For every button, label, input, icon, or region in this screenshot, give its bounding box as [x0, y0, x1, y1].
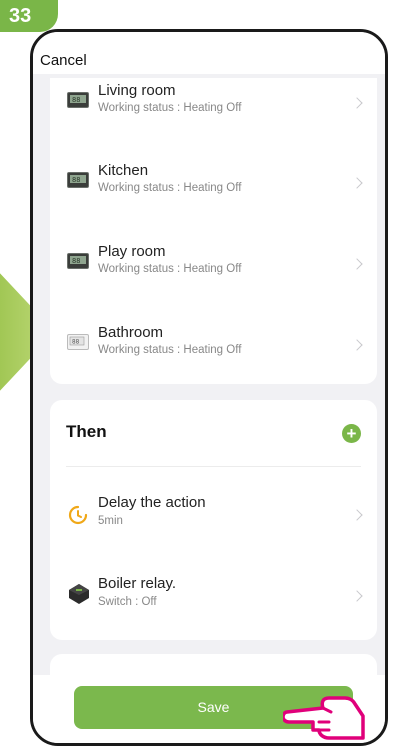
- action-title: Delay the action: [98, 494, 206, 511]
- thermostat-icon: 88: [67, 334, 89, 350]
- list-item[interactable]: Boiler relay. Switch : Off: [50, 567, 377, 627]
- chevron-right-icon: [351, 177, 363, 189]
- divider: [66, 466, 361, 467]
- svg-text:88: 88: [72, 339, 80, 346]
- thermostat-icon: 88: [67, 92, 89, 108]
- action-detail: Switch : Off: [98, 596, 157, 608]
- list-item[interactable]: 88 Kitchen Working status : Heating Off: [50, 154, 377, 214]
- list-item[interactable]: 88 Bathroom Working status : Heating Off: [50, 316, 377, 376]
- step-badge: 33: [0, 0, 58, 32]
- list-item[interactable]: Delay the action 5min: [50, 486, 377, 546]
- device-name: Kitchen: [98, 162, 149, 179]
- chevron-right-icon: [351, 339, 363, 351]
- device-status: Working status : Heating Off: [98, 344, 242, 356]
- device-status: Working status : Heating Off: [98, 182, 242, 194]
- action-detail: 5min: [98, 515, 123, 527]
- top-bar: Cancel: [33, 32, 385, 74]
- pointing-hand-icon: [283, 696, 365, 740]
- cancel-button[interactable]: Cancel: [40, 52, 87, 69]
- thermostat-icon: 88: [67, 172, 89, 188]
- device-name: Play room: [98, 243, 166, 260]
- list-item[interactable]: 88 Play room Working status : Heating Of…: [50, 235, 377, 295]
- chevron-right-icon: [351, 258, 363, 270]
- thermostat-icon: 88: [67, 253, 89, 269]
- device-status: Working status : Heating Off: [98, 102, 242, 114]
- chevron-right-icon: [351, 509, 363, 521]
- chevron-right-icon: [351, 97, 363, 109]
- plus-circle-icon[interactable]: +: [342, 424, 361, 443]
- phone-frame: Cancel 88 Living room Working status : H…: [30, 29, 388, 746]
- chevron-right-icon: [351, 590, 363, 602]
- timer-icon: [67, 504, 89, 526]
- device-name: Bathroom: [98, 324, 164, 341]
- device-name: Living room: [98, 82, 176, 99]
- list-item[interactable]: 88 Living room Working status : Heating …: [50, 78, 377, 134]
- section-title: Then: [66, 422, 107, 441]
- action-title: Boiler relay.: [98, 575, 177, 592]
- condition-card: 88 Living room Working status : Heating …: [50, 78, 377, 384]
- device-status: Working status : Heating Off: [98, 263, 242, 275]
- relay-icon: [67, 582, 91, 606]
- action-card: Then + Delay the action 5min Boiler rela…: [50, 400, 377, 640]
